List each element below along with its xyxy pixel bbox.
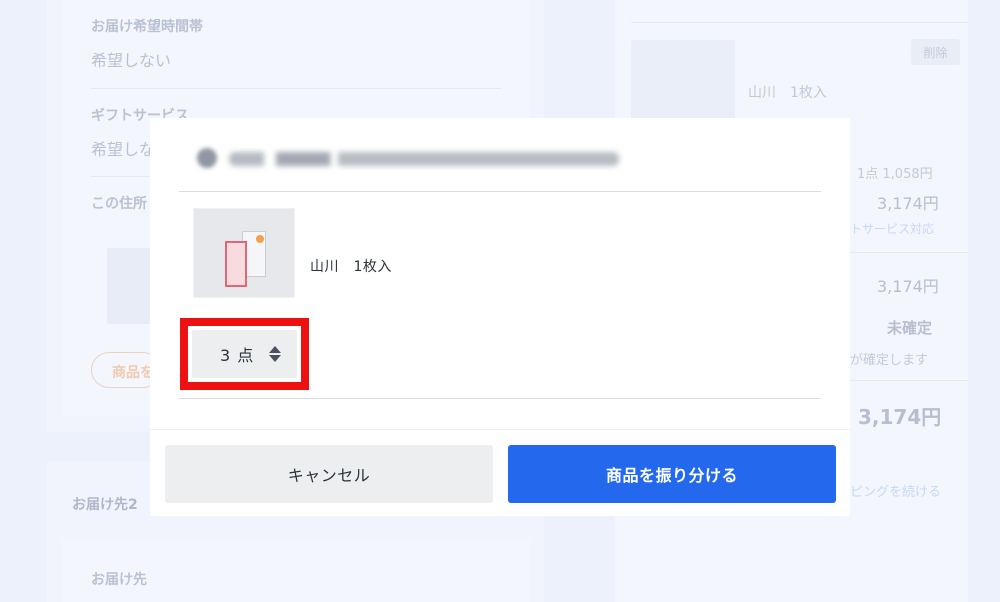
- product-name: 山川 1枚入: [310, 259, 392, 275]
- assign-products-submit-button[interactable]: 商品を振り分ける: [508, 445, 836, 503]
- product-box-front: [225, 241, 247, 287]
- product-thumbnail: [193, 208, 295, 298]
- quantity-value: 3 点: [220, 346, 255, 365]
- modal-divider: [179, 398, 821, 399]
- redacted-icon: [197, 148, 217, 168]
- quantity-select[interactable]: 3 点: [192, 330, 297, 378]
- modal-product-row: 山川 1枚入: [179, 192, 821, 312]
- modal-footer-divider: [150, 429, 850, 430]
- chevron-up-down-icon: [269, 345, 281, 363]
- cancel-button[interactable]: キャンセル: [165, 445, 493, 503]
- redacted-address: [229, 152, 619, 166]
- modal-header: [179, 118, 821, 192]
- product-accent-mark: [256, 235, 264, 243]
